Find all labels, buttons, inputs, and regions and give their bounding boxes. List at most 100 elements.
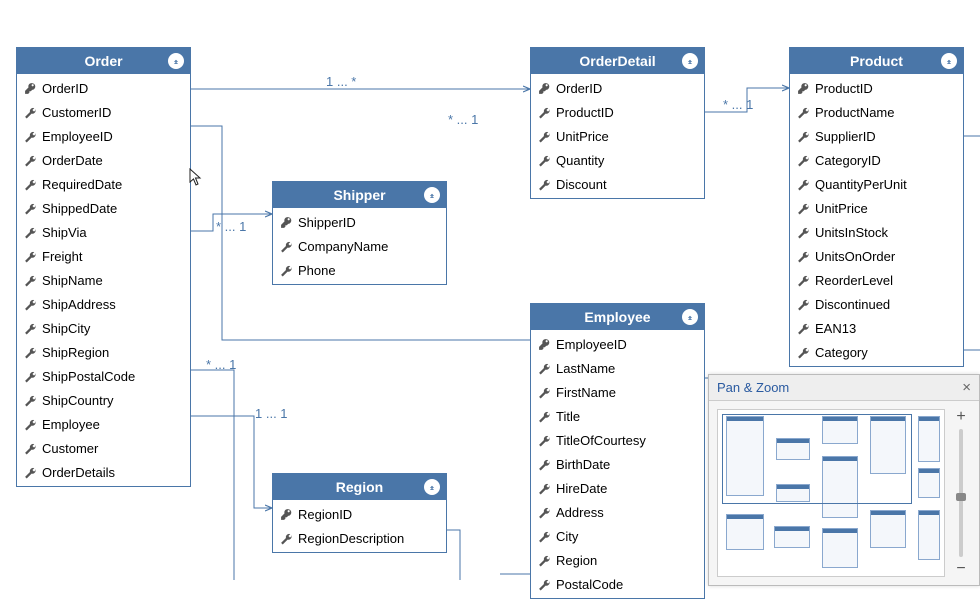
- field-label: Address: [556, 505, 604, 520]
- field-row[interactable]: Customer: [17, 436, 190, 460]
- field-row[interactable]: ShipName: [17, 268, 190, 292]
- field-row[interactable]: EmployeeID: [17, 124, 190, 148]
- field-row[interactable]: City: [531, 524, 704, 548]
- field-row[interactable]: CustomerID: [17, 100, 190, 124]
- entity-employee[interactable]: EmployeeEmployeeIDLastNameFirstNameTitle…: [530, 303, 705, 599]
- entity-header[interactable]: Product: [790, 48, 963, 74]
- field-row[interactable]: Phone: [273, 258, 446, 282]
- field-row[interactable]: RequiredDate: [17, 172, 190, 196]
- entity-region[interactable]: RegionRegionIDRegionDescription: [272, 473, 447, 553]
- field-row[interactable]: RegionID: [273, 502, 446, 526]
- collapse-icon[interactable]: [424, 187, 440, 203]
- field-row[interactable]: UnitPrice: [790, 196, 963, 220]
- entity-product[interactable]: ProductProductIDProductName SupplierID Cat…: [789, 47, 964, 367]
- field-row[interactable]: Discount: [531, 172, 704, 196]
- wrench-icon: [796, 106, 810, 119]
- entity-title: Shipper: [333, 187, 385, 203]
- entity-title: Employee: [584, 309, 650, 325]
- field-row[interactable]: Freight: [17, 244, 190, 268]
- field-row[interactable]: LastName: [531, 356, 704, 380]
- field-row[interactable]: ShipPostalCode: [17, 364, 190, 388]
- field-row[interactable]: OrderID: [17, 76, 190, 100]
- field-label: ShipName: [42, 273, 103, 288]
- field-row[interactable]: RegionDescription: [273, 526, 446, 550]
- field-label: ShipAddress: [42, 297, 116, 312]
- wrench-icon: [23, 442, 37, 455]
- field-row[interactable]: CategoryID: [790, 148, 963, 172]
- close-icon[interactable]: ×: [962, 380, 971, 395]
- field-row[interactable]: ShipCity: [17, 316, 190, 340]
- key-icon: [537, 338, 551, 351]
- wrench-icon: [796, 298, 810, 311]
- wrench-icon: [23, 130, 37, 143]
- entity-shipper[interactable]: Shipper ShipperIDCompanyNamePhone: [272, 181, 447, 285]
- field-row[interactable]: EAN13: [790, 316, 963, 340]
- entity-header[interactable]: Shipper: [273, 182, 446, 208]
- field-row[interactable]: OrderDetails: [17, 460, 190, 484]
- field-row[interactable]: UnitsOnOrder: [790, 244, 963, 268]
- field-row[interactable]: ReorderLevel: [790, 268, 963, 292]
- wrench-icon: [796, 178, 810, 191]
- field-label: EAN13: [815, 321, 856, 336]
- field-row[interactable]: Category: [790, 340, 963, 364]
- wrench-icon: [23, 298, 37, 311]
- field-row[interactable]: Employee: [17, 412, 190, 436]
- entity-header[interactable]: Region: [273, 474, 446, 500]
- entity-orderDetail[interactable]: OrderDetailOrderIDProductIDUnitPriceQuan…: [530, 47, 705, 199]
- field-row[interactable]: OrderDate: [17, 148, 190, 172]
- entity-header[interactable]: Employee: [531, 304, 704, 330]
- field-label: OrderID: [42, 81, 88, 96]
- field-row[interactable]: EmployeeID: [531, 332, 704, 356]
- field-row[interactable]: ProductID: [531, 100, 704, 124]
- field-row[interactable]: HireDate: [531, 476, 704, 500]
- field-row[interactable]: FirstName: [531, 380, 704, 404]
- field-row[interactable]: ShipVia: [17, 220, 190, 244]
- field-label: HireDate: [556, 481, 607, 496]
- wrench-icon: [279, 240, 293, 253]
- entity-header[interactable]: OrderDetail: [531, 48, 704, 74]
- field-row[interactable]: QuantityPerUnit: [790, 172, 963, 196]
- minimap[interactable]: [717, 409, 945, 577]
- field-row[interactable]: ShipRegion: [17, 340, 190, 364]
- field-row[interactable]: PostalCode: [531, 572, 704, 596]
- field-label: SupplierID: [815, 129, 876, 144]
- pan-zoom-header[interactable]: Pan & Zoom ×: [709, 375, 979, 401]
- entity-header[interactable]: Order: [17, 48, 190, 74]
- field-row[interactable]: UnitsInStock: [790, 220, 963, 244]
- collapse-icon[interactable]: [424, 479, 440, 495]
- field-label: CategoryID: [815, 153, 881, 168]
- field-row[interactable]: Address: [531, 500, 704, 524]
- minimap-viewport[interactable]: [722, 414, 912, 504]
- zoom-slider[interactable]: [959, 429, 963, 557]
- collapse-icon[interactable]: [682, 309, 698, 325]
- entity-order[interactable]: Order OrderID CustomerID EmployeeID OrderDat…: [16, 47, 191, 487]
- entity-body: RegionIDRegionDescription: [273, 500, 446, 552]
- field-row[interactable]: BirthDate: [531, 452, 704, 476]
- collapse-icon[interactable]: [941, 53, 957, 69]
- field-label: EmployeeID: [42, 129, 113, 144]
- field-row[interactable]: ProductName: [790, 100, 963, 124]
- field-row[interactable]: OrderID: [531, 76, 704, 100]
- pan-zoom-panel[interactable]: Pan & Zoom × + −: [708, 374, 980, 586]
- field-row[interactable]: TitleOfCourtesy: [531, 428, 704, 452]
- wrench-icon: [23, 274, 37, 287]
- zoom-out-button[interactable]: −: [956, 561, 965, 577]
- wrench-icon: [796, 322, 810, 335]
- field-row[interactable]: Title: [531, 404, 704, 428]
- field-row[interactable]: ProductID: [790, 76, 963, 100]
- field-row[interactable]: ShipAddress: [17, 292, 190, 316]
- field-row[interactable]: Quantity: [531, 148, 704, 172]
- zoom-in-button[interactable]: +: [956, 409, 965, 425]
- field-row[interactable]: Discontinued: [790, 292, 963, 316]
- field-row[interactable]: ShipCountry: [17, 388, 190, 412]
- field-row[interactable]: ShipperID: [273, 210, 446, 234]
- field-row[interactable]: SupplierID: [790, 124, 963, 148]
- collapse-icon[interactable]: [168, 53, 184, 69]
- field-row[interactable]: CompanyName: [273, 234, 446, 258]
- field-row[interactable]: UnitPrice: [531, 124, 704, 148]
- collapse-icon[interactable]: [682, 53, 698, 69]
- wrench-icon: [537, 458, 551, 471]
- zoom-control: + −: [951, 409, 971, 577]
- field-row[interactable]: ShippedDate: [17, 196, 190, 220]
- field-row[interactable]: Region: [531, 548, 704, 572]
